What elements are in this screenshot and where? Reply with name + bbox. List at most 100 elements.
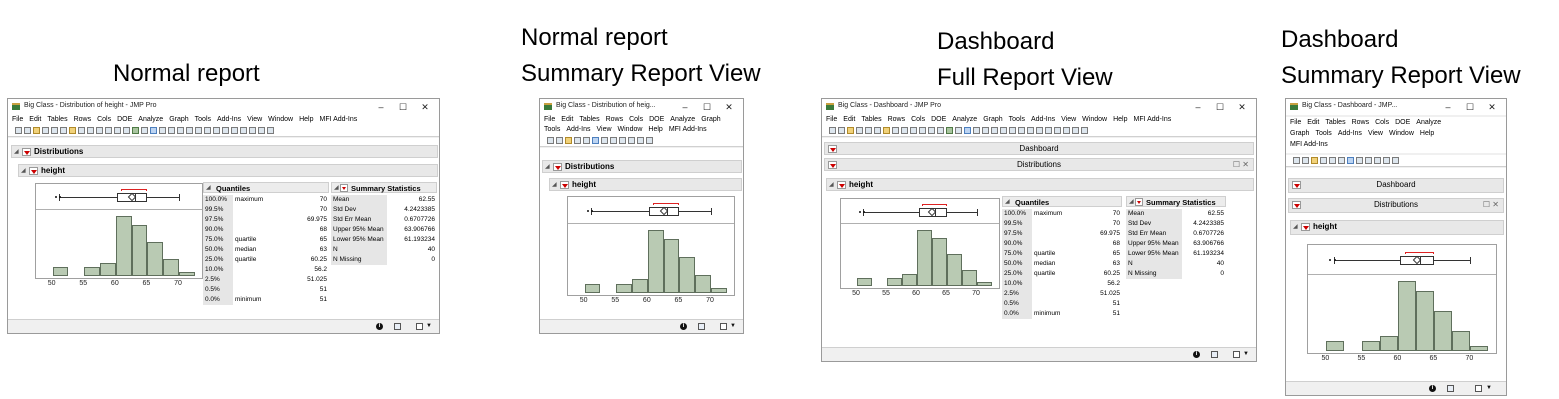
switch-view-icon[interactable] bbox=[698, 323, 705, 330]
menu-file[interactable]: File bbox=[826, 116, 837, 123]
cut-icon[interactable] bbox=[1329, 157, 1336, 164]
distributions-dashboard-header[interactable]: Distributions ☐ ✕ bbox=[1288, 198, 1504, 213]
menu-help[interactable]: Help bbox=[1113, 116, 1127, 123]
line-tool-icon[interactable] bbox=[231, 127, 238, 134]
close-button[interactable]: ✕ bbox=[1232, 100, 1252, 114]
height-outline-header[interactable]: ◢ height bbox=[18, 164, 438, 177]
menu-cols[interactable]: Cols bbox=[1375, 119, 1389, 126]
menu-edit[interactable]: Edit bbox=[1307, 119, 1319, 126]
menu-file[interactable]: File bbox=[544, 116, 555, 123]
menu-tools[interactable]: Tools bbox=[1315, 130, 1331, 137]
info-icon[interactable]: i bbox=[1193, 351, 1200, 358]
hand-tool-icon[interactable] bbox=[610, 137, 617, 144]
box-close-icon[interactable]: ☐ ✕ bbox=[1233, 160, 1249, 169]
hand-tool-icon[interactable] bbox=[186, 127, 193, 134]
disclosure-icon[interactable]: ◢ bbox=[829, 181, 834, 188]
menu-add-ins[interactable]: Add-Ins bbox=[566, 126, 590, 133]
menu-analyze[interactable]: Analyze bbox=[1416, 119, 1441, 126]
menu-add-ins[interactable]: Add-Ins bbox=[217, 116, 241, 123]
disclosure-icon[interactable]: ◢ bbox=[21, 167, 26, 174]
run-icon[interactable] bbox=[132, 127, 139, 134]
menu-analyze[interactable]: Analyze bbox=[952, 116, 977, 123]
info-icon[interactable]: i bbox=[376, 323, 383, 330]
magnifier-tool-icon[interactable] bbox=[637, 137, 644, 144]
height-outline-header[interactable]: ◢ height bbox=[1290, 220, 1504, 235]
disclosure-icon[interactable]: ◢ bbox=[552, 181, 557, 188]
summary-statistics-header[interactable]: ◢ Summary Statistics bbox=[331, 182, 437, 193]
menu-view[interactable]: View bbox=[596, 126, 611, 133]
menu-tables[interactable]: Tables bbox=[47, 116, 67, 123]
switch-view-icon[interactable] bbox=[1447, 385, 1454, 392]
columns-icon[interactable] bbox=[937, 127, 944, 134]
menu-doe[interactable]: DOE bbox=[931, 116, 946, 123]
menu-doe[interactable]: DOE bbox=[1395, 119, 1410, 126]
new-script-icon[interactable] bbox=[24, 127, 31, 134]
menu-rows[interactable]: Rows bbox=[74, 116, 92, 123]
paste-icon[interactable] bbox=[883, 127, 890, 134]
grabber-tool-icon[interactable] bbox=[177, 127, 184, 134]
save-icon[interactable] bbox=[1320, 157, 1327, 164]
menu-view[interactable]: View bbox=[247, 116, 262, 123]
dropdown-arrow-icon[interactable]: ▼ bbox=[1243, 351, 1249, 358]
magnifier-tool-icon[interactable] bbox=[1392, 157, 1399, 164]
image-icon[interactable] bbox=[87, 127, 94, 134]
copy-icon[interactable] bbox=[583, 137, 590, 144]
menu-doe[interactable]: DOE bbox=[649, 116, 664, 123]
rectangle-tool-icon[interactable] bbox=[1063, 127, 1070, 134]
quantiles-header[interactable]: ◢ Quantiles bbox=[1002, 196, 1122, 207]
red-triangle-menu-icon[interactable] bbox=[560, 181, 569, 189]
minimize-button[interactable]: – bbox=[1188, 100, 1208, 114]
menu-graph[interactable]: Graph bbox=[1290, 130, 1309, 137]
menu-cols[interactable]: Cols bbox=[629, 116, 643, 123]
distributions-outline-header[interactable]: ◢ Distributions bbox=[11, 145, 438, 158]
menu-tools[interactable]: Tools bbox=[195, 116, 211, 123]
table-icon[interactable] bbox=[114, 127, 121, 134]
menu-analyze[interactable]: Analyze bbox=[670, 116, 695, 123]
dashboard-header[interactable]: Dashboard bbox=[824, 142, 1254, 155]
menu-tables[interactable]: Tables bbox=[1325, 119, 1345, 126]
crosshair-tool-icon[interactable] bbox=[601, 137, 608, 144]
new-script-icon[interactable] bbox=[556, 137, 563, 144]
maximize-button[interactable]: ☐ bbox=[697, 100, 717, 114]
red-triangle-menu-icon[interactable] bbox=[1301, 223, 1310, 231]
open-icon[interactable] bbox=[33, 127, 40, 134]
grabber-tool-icon[interactable] bbox=[991, 127, 998, 134]
columns-icon[interactable] bbox=[123, 127, 130, 134]
save-icon[interactable] bbox=[856, 127, 863, 134]
menu-file[interactable]: File bbox=[12, 116, 23, 123]
menu-rows[interactable]: Rows bbox=[1352, 119, 1370, 126]
brush-tool-icon[interactable] bbox=[195, 127, 202, 134]
menu-add-ins[interactable]: Add-Ins bbox=[1338, 130, 1362, 137]
menu-view[interactable]: View bbox=[1368, 130, 1383, 137]
menu-window[interactable]: Window bbox=[618, 126, 643, 133]
disclosure-icon[interactable]: ◢ bbox=[1005, 198, 1010, 205]
menu-window[interactable]: Window bbox=[268, 116, 293, 123]
close-button[interactable]: ✕ bbox=[415, 100, 435, 114]
new-script-icon[interactable] bbox=[1302, 157, 1309, 164]
polygon-tool-icon[interactable] bbox=[258, 127, 265, 134]
lasso-tool-icon[interactable] bbox=[1383, 157, 1390, 164]
red-triangle-menu-icon[interactable] bbox=[22, 148, 31, 156]
crosshair-tool-icon[interactable] bbox=[1356, 157, 1363, 164]
save-icon[interactable] bbox=[42, 127, 49, 134]
switch-view-icon[interactable] bbox=[1211, 351, 1218, 358]
open-icon[interactable] bbox=[847, 127, 854, 134]
new-table-icon[interactable] bbox=[829, 127, 836, 134]
brush-tool-icon[interactable] bbox=[1374, 157, 1381, 164]
arrow-tool-icon[interactable] bbox=[592, 137, 599, 144]
new-script-icon[interactable] bbox=[838, 127, 845, 134]
image-icon[interactable] bbox=[901, 127, 908, 134]
annotate-tool-icon[interactable] bbox=[240, 127, 247, 134]
disclosure-icon[interactable]: ◢ bbox=[14, 148, 19, 155]
hand-tool-icon[interactable] bbox=[1365, 157, 1372, 164]
red-triangle-menu-icon[interactable] bbox=[340, 184, 348, 192]
ellipse-tool-icon[interactable] bbox=[1081, 127, 1088, 134]
new-table-icon[interactable] bbox=[15, 127, 22, 134]
box-close-icon[interactable]: ☐ ✕ bbox=[1483, 200, 1499, 209]
checkbox-icon[interactable] bbox=[1475, 385, 1482, 392]
menu-mfi-add-ins[interactable]: MFI Add-Ins bbox=[1290, 141, 1328, 148]
disclosure-icon[interactable]: ◢ bbox=[206, 184, 211, 191]
lock-icon[interactable] bbox=[910, 127, 917, 134]
polygon-tool-icon[interactable] bbox=[1072, 127, 1079, 134]
distributions-outline-header[interactable]: ◢ Distributions bbox=[542, 160, 742, 173]
